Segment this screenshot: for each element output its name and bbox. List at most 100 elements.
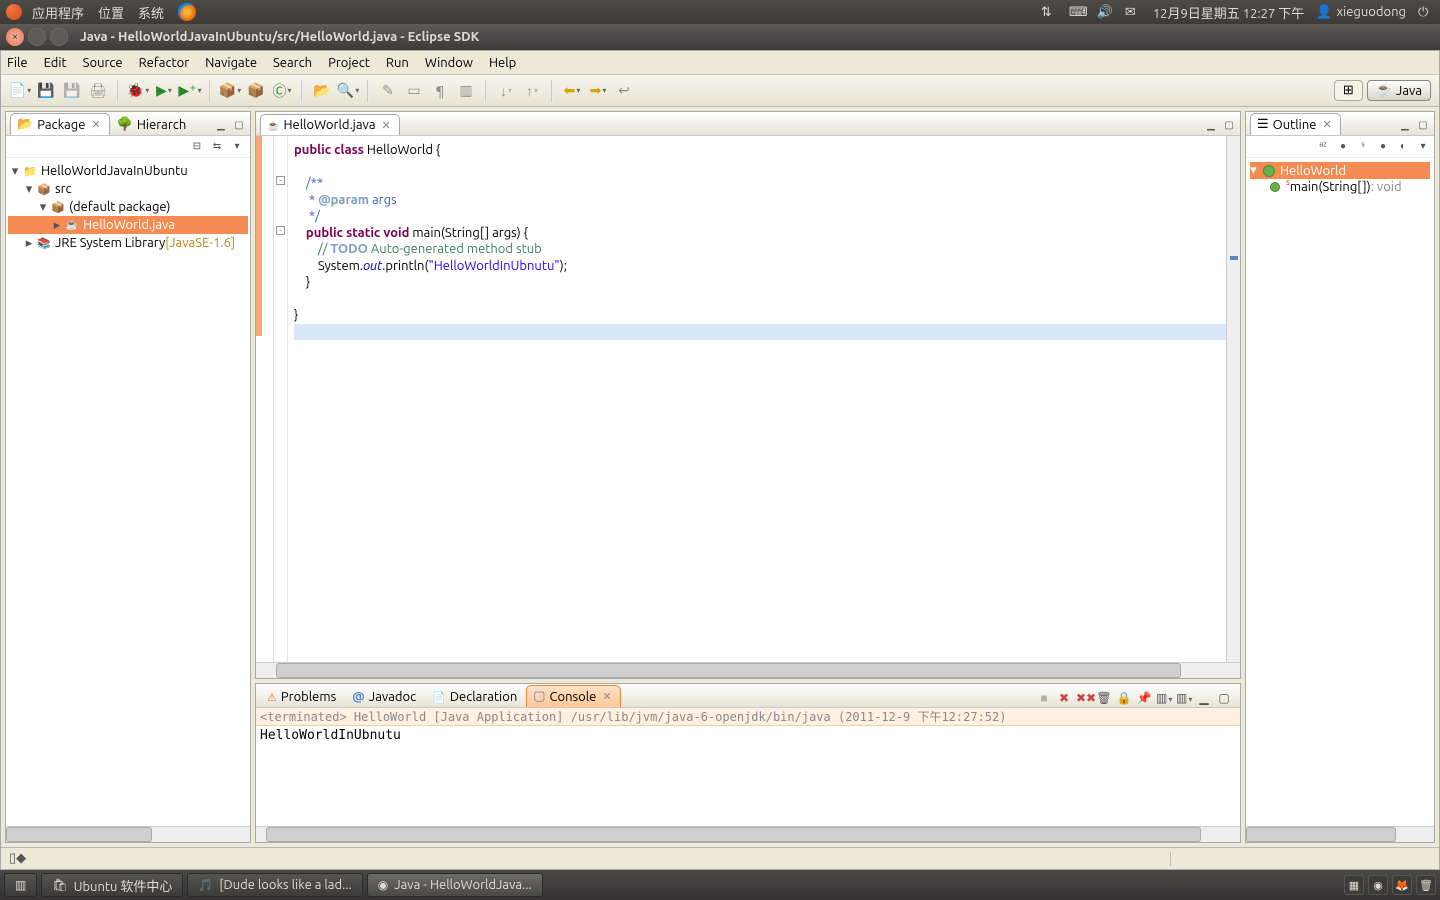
menu-navigate[interactable]: Navigate [205,56,257,70]
panel-datetime[interactable]: 12月9日星期五 12:27 下午 [1153,3,1304,22]
toggle-mark-button[interactable]: ✎ [377,80,399,102]
editor-tab-helloworld[interactable]: HelloWorld.java✕ [260,114,400,135]
overview-ruler[interactable] [1226,136,1240,662]
taskbar-item-eclipse[interactable]: ◉ Java - HelloWorldJava... [367,873,543,897]
external-tools-button[interactable]: ▶⁺ [179,80,201,102]
outline-hscrollbar[interactable] [1246,826,1434,842]
next-annotation-button[interactable]: ↓ [495,80,517,102]
display-console-button[interactable]: ▥ [1156,691,1172,707]
close-icon[interactable]: ✕ [91,118,100,131]
outline-method-main[interactable]: smain(String[]) : void [1250,179,1430,195]
close-icon[interactable]: ✕ [1322,118,1331,131]
tab-javadoc[interactable]: Javadoc [345,686,425,707]
show-desktop-button[interactable]: ▥ [4,873,37,897]
taskbar-item-software-center[interactable]: 🛍 Ubuntu 软件中心 [41,873,183,897]
new-package-button[interactable]: 📦 [219,80,241,102]
ubuntu-logo-icon[interactable] [6,4,22,20]
open-perspective-button[interactable]: ⊞ [1334,80,1363,101]
save-button[interactable]: 💾 [35,80,57,102]
menu-window[interactable]: Window [425,56,473,70]
tab-console[interactable]: Console✕ [526,685,620,707]
menu-edit[interactable]: Edit [44,56,67,70]
terminate-button[interactable]: ■ [1036,691,1052,707]
workspace-switcher[interactable]: ▦ [1344,875,1364,895]
view-menu-button[interactable]: ▾ [230,140,244,154]
firefox-launcher-icon[interactable] [178,3,196,21]
window-maximize-button[interactable] [50,28,68,46]
pin-console-button[interactable]: 📌 [1136,691,1152,707]
menu-help[interactable]: Help [489,56,516,70]
outline-class[interactable]: ▾HelloWorld [1250,162,1430,179]
open-console-button[interactable]: ▥ [1176,691,1192,707]
maximize-outline-button[interactable]: ▢ [1416,119,1430,133]
search-button[interactable]: 🔍 [337,80,359,102]
print-button[interactable]: 🖨 [87,80,109,102]
power-icon[interactable] [1418,5,1434,19]
close-icon[interactable]: ✕ [602,690,611,703]
editor-hscrollbar[interactable] [256,662,1240,678]
menu-search[interactable]: Search [273,56,312,70]
save-all-button[interactable]: 💾 [61,80,83,102]
hide-static-button[interactable]: ˢ [1356,140,1370,154]
taskbar-item-music[interactable]: 🎵 [Dude looks like a lad... [187,873,362,897]
minimize-editor-button[interactable]: ▁ [1204,119,1218,133]
panel-user[interactable]: xieguodong [1316,5,1406,20]
menu-refactor[interactable]: Refactor [139,56,190,70]
forward-button[interactable]: ➡ [587,80,609,102]
panel-menu-places[interactable]: 位置 [98,3,124,22]
maximize-view-button[interactable]: ▢ [232,119,246,133]
package-tree[interactable]: ▾HelloWorldJavaInUbuntu ▾src ▾(default p… [6,158,250,826]
window-close-button[interactable]: × [6,28,24,46]
hscrollbar[interactable] [6,826,250,842]
tab-package-explorer[interactable]: 📂Package✕ [10,113,110,135]
window-minimize-button[interactable] [28,28,46,46]
console-output[interactable]: HelloWorldInUbnutu [256,726,1240,826]
view-menu-button[interactable]: ▾ [1416,140,1430,154]
clear-console-button[interactable]: 🗑 [1096,691,1112,707]
tree-jre-library[interactable]: ▸JRE System Library [JavaSE-1.6] [8,234,248,252]
prev-annotation-button[interactable]: ↑ [521,80,543,102]
back-button[interactable]: ⬅ [561,80,583,102]
panel-menu-apps[interactable]: 应用程序 [32,3,84,22]
code-area[interactable]: public class HelloWorld { /** * @param a… [288,136,1226,662]
tab-hierarchy[interactable]: 🌳Hierarch [110,113,196,135]
new-button[interactable]: 📄 [9,80,31,102]
tab-problems[interactable]: Problems [260,686,345,707]
minimize-view-button[interactable]: ▁ [214,119,228,133]
collapse-all-button[interactable]: ⊟ [190,140,204,154]
trash-icon[interactable]: 🗑 [1416,875,1436,895]
run-button[interactable]: ▶ [153,80,175,102]
show-whitespace-button[interactable]: ¶ [429,80,451,102]
minimize-bottom-button[interactable]: ▁ [1196,691,1212,707]
remove-launch-button[interactable]: ✖ [1056,691,1072,707]
tray-eclipse-icon[interactable]: ◉ [1368,875,1388,895]
menu-run[interactable]: Run [386,56,409,70]
toggle-breadcrumb-button[interactable]: ▥ [455,80,477,102]
menu-file[interactable]: File [7,56,28,70]
tree-project[interactable]: ▾HelloWorldJavaInUbuntu [8,162,248,180]
tab-outline[interactable]: ☰Outline✕ [1250,113,1341,135]
menu-project[interactable]: Project [328,56,370,70]
hide-local-button[interactable]: ◐ [1396,140,1410,154]
folding-ruler[interactable]: - - [274,136,288,662]
scroll-lock-button[interactable]: 🔒 [1116,691,1132,707]
tab-declaration[interactable]: Declaration [425,686,526,707]
messaging-icon[interactable] [1125,5,1141,19]
panel-menu-system[interactable]: 系统 [138,3,164,22]
minimize-outline-button[interactable]: ▁ [1398,119,1412,133]
tree-src[interactable]: ▾src [8,180,248,198]
menu-source[interactable]: Source [83,56,123,70]
debug-button[interactable]: 🐞 [127,80,149,102]
tree-file-helloworld[interactable]: ▸HelloWorld.java [8,216,248,234]
keyboard-icon[interactable] [1069,5,1085,19]
hide-nonpublic-button[interactable]: ● [1376,140,1390,154]
tree-default-package[interactable]: ▾(default package) [8,198,248,216]
maximize-bottom-button[interactable]: ▢ [1216,691,1232,707]
close-icon[interactable]: ✕ [382,119,391,132]
toggle-block-button[interactable]: ▭ [403,80,425,102]
tray-firefox-icon[interactable]: 🦊 [1392,875,1412,895]
new-type-button[interactable]: 📦 [245,80,267,102]
maximize-editor-button[interactable]: ▢ [1222,119,1236,133]
open-type-button[interactable]: 📂 [311,80,333,102]
remove-all-button[interactable]: ✖✖ [1076,691,1092,707]
